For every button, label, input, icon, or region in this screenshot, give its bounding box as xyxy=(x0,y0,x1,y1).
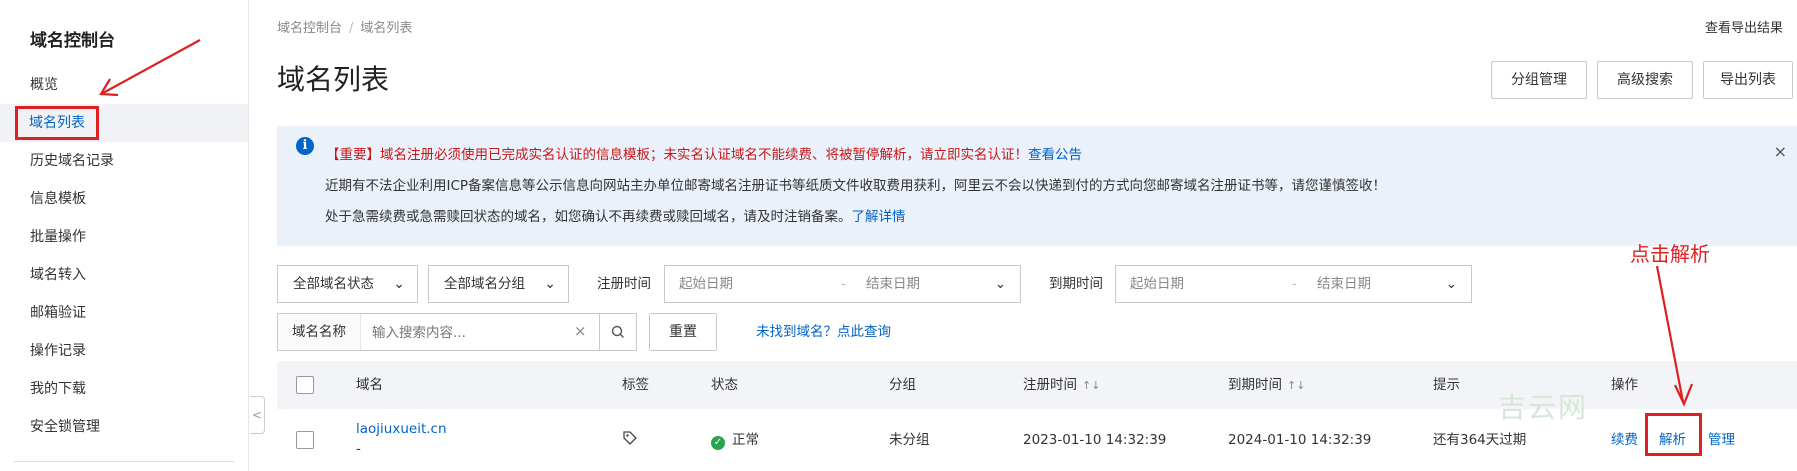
breadcrumb-current: 域名列表 xyxy=(360,21,413,36)
renew-link[interactable]: 续费 xyxy=(1611,430,1638,450)
exp-time-label: 到期时间 xyxy=(1049,276,1103,292)
search-icon xyxy=(611,325,624,338)
sidebar-item-label: 邮箱验证 xyxy=(30,305,86,321)
col-exp-time[interactable]: 到期时间 ↑↓ xyxy=(1228,361,1305,410)
exp-time-cell: 2024-01-10 14:32:39 xyxy=(1228,432,1372,448)
domain-link[interactable]: laojiuxueit.cn xyxy=(356,419,447,439)
info-icon: i xyxy=(296,137,314,155)
chevron-down-icon: ⌄ xyxy=(544,276,556,292)
breadcrumb-root[interactable]: 域名控制台 xyxy=(277,21,342,36)
notice-renew-text: 处于急需续费或急需赎回状态的域名，如您确认不再续费或赎回域名，请及时注销备案。 xyxy=(325,209,852,225)
col-reg-time[interactable]: 注册时间 ↑↓ xyxy=(1023,361,1100,410)
sidebar: 域名控制台 概览 域名列表 历史域名记录 信息模板 批量操作 域名转入 邮箱验证… xyxy=(0,0,249,471)
col-group: 分组 xyxy=(889,377,916,393)
reset-button[interactable]: 重置 xyxy=(649,313,717,351)
chevron-down-icon: ⌄ xyxy=(994,276,1006,292)
sidebar-item-label: 域名列表 xyxy=(15,106,99,140)
search-field-label: 域名名称 xyxy=(278,314,361,350)
sidebar-item-security-lock[interactable]: 安全锁管理 xyxy=(0,408,248,446)
sidebar-item-label: 安全锁管理 xyxy=(30,419,100,435)
sidebar-item-label: 批量操作 xyxy=(30,229,86,245)
sidebar-item-batch[interactable]: 批量操作 xyxy=(0,218,248,256)
range-dash: - xyxy=(841,276,846,292)
notice-fraud-line: 近期有不法企业利用ICP备案信息等公示信息向网站主办单位邮寄域名注册证书等纸质文… xyxy=(325,178,1387,194)
sidebar-item-label: 信息模板 xyxy=(30,191,86,207)
col-action: 操作 xyxy=(1611,377,1638,393)
notice-important-line: 【重要】域名注册必须使用已完成实名认证的信息模板；未实名认证域名不能续费、将被暂… xyxy=(326,143,1082,163)
chevron-down-icon: ⌄ xyxy=(393,276,405,292)
check-circle-icon: ✓ xyxy=(711,436,725,450)
status-text: 正常 xyxy=(732,432,759,448)
col-hint: 提示 xyxy=(1433,377,1460,393)
breadcrumb: 域名控制台 / 域名列表 xyxy=(277,17,412,36)
search-input[interactable] xyxy=(370,321,594,345)
group-select[interactable]: 全部域名分组 ⌄ xyxy=(428,265,569,303)
view-announcement-link[interactable]: 查看公告 xyxy=(1028,147,1082,163)
sidebar-item-downloads[interactable]: 我的下载 xyxy=(0,370,248,408)
sidebar-collapse-button[interactable]: < xyxy=(250,396,265,434)
sidebar-item-domain-list[interactable]: 域名列表 xyxy=(0,104,248,142)
resolve-highlight-box xyxy=(1645,413,1702,456)
sidebar-item-templates[interactable]: 信息模板 xyxy=(0,180,248,218)
watermark: 吉云网 xyxy=(1498,391,1589,424)
sidebar-item-label: 历史域名记录 xyxy=(30,153,114,169)
domain-search: 域名名称 × xyxy=(277,313,632,351)
reg-end-date[interactable]: 结束日期 xyxy=(866,266,920,302)
notice-banner: i 【重要】域名注册必须使用已完成实名认证的信息模板；未实名认证域名不能续费、将… xyxy=(277,126,1797,246)
export-result-link[interactable]: 查看导出结果 xyxy=(1705,17,1783,36)
export-list-button[interactable]: 导出列表 xyxy=(1703,61,1793,99)
notice-important-text: 【重要】域名注册必须使用已完成实名认证的信息模板；未实名认证域名不能续费、将被暂… xyxy=(326,147,1028,163)
hint-cell: 还有364天过期 xyxy=(1433,432,1527,448)
advanced-search-button[interactable]: 高级搜索 xyxy=(1597,61,1693,99)
sidebar-item-overview[interactable]: 概览 xyxy=(0,66,248,104)
sidebar-item-label: 概览 xyxy=(30,77,58,93)
col-reg-time-label: 注册时间 xyxy=(1023,377,1077,393)
breadcrumb-separator: / xyxy=(349,21,354,36)
search-button[interactable] xyxy=(599,313,637,351)
sidebar-title: 域名控制台 xyxy=(30,31,115,51)
reg-time-cell: 2023-01-10 14:32:39 xyxy=(1023,432,1167,448)
exp-end-date[interactable]: 结束日期 xyxy=(1317,266,1371,302)
group-cell: 未分组 xyxy=(889,432,930,448)
manage-link[interactable]: 管理 xyxy=(1708,430,1735,450)
sort-icon[interactable]: ↑↓ xyxy=(1082,379,1100,392)
sidebar-item-history[interactable]: 历史域名记录 xyxy=(0,142,248,180)
sidebar-item-label: 域名转入 xyxy=(30,267,86,283)
sidebar-item-email-verify[interactable]: 邮箱验证 xyxy=(0,294,248,332)
close-icon[interactable]: × xyxy=(1774,142,1787,161)
sidebar-item-transfer-in[interactable]: 域名转入 xyxy=(0,256,248,294)
group-select-value: 全部域名分组 xyxy=(444,276,525,292)
exp-start-date[interactable]: 起始日期 xyxy=(1130,266,1184,302)
exp-time-range[interactable]: 起始日期 - 结束日期 ⌄ xyxy=(1115,265,1472,303)
col-tag: 标签 xyxy=(622,377,649,393)
status-select[interactable]: 全部域名状态 ⌄ xyxy=(277,265,418,303)
range-dash: - xyxy=(1292,276,1297,292)
col-status: 状态 xyxy=(711,377,738,393)
sidebar-item-operation-log[interactable]: 操作记录 xyxy=(0,332,248,370)
clear-icon[interactable]: × xyxy=(574,322,587,340)
col-domain: 域名 xyxy=(356,377,383,393)
reg-time-label: 注册时间 xyxy=(597,276,651,292)
status-cell: ✓ 正常 xyxy=(711,430,759,450)
select-all-checkbox[interactable] xyxy=(296,376,314,394)
group-manage-button[interactable]: 分组管理 xyxy=(1491,61,1587,99)
notice-renew-line: 处于急需续费或急需赎回状态的域名，如您确认不再续费或赎回域名，请及时注销备案。了… xyxy=(325,205,906,225)
reg-time-range[interactable]: 起始日期 - 结束日期 ⌄ xyxy=(664,265,1021,303)
annotation-label: 点击解析 xyxy=(1630,242,1710,266)
sort-icon[interactable]: ↑↓ xyxy=(1287,379,1305,392)
learn-more-link[interactable]: 了解详情 xyxy=(852,209,906,225)
status-select-value: 全部域名状态 xyxy=(293,276,374,292)
col-exp-time-label: 到期时间 xyxy=(1228,377,1282,393)
domain-not-found-link[interactable]: 未找到域名？点此查询 xyxy=(756,313,891,351)
row-checkbox[interactable] xyxy=(296,431,314,449)
sidebar-divider xyxy=(14,461,234,462)
sidebar-item-label: 我的下载 xyxy=(30,381,86,397)
reg-start-date[interactable]: 起始日期 xyxy=(679,266,733,302)
domain-sub: - xyxy=(356,441,361,457)
chevron-down-icon: ⌄ xyxy=(1445,276,1457,292)
sidebar-item-label: 操作记录 xyxy=(30,343,86,359)
tag-icon[interactable] xyxy=(622,430,638,452)
page-title: 域名列表 xyxy=(277,63,390,96)
